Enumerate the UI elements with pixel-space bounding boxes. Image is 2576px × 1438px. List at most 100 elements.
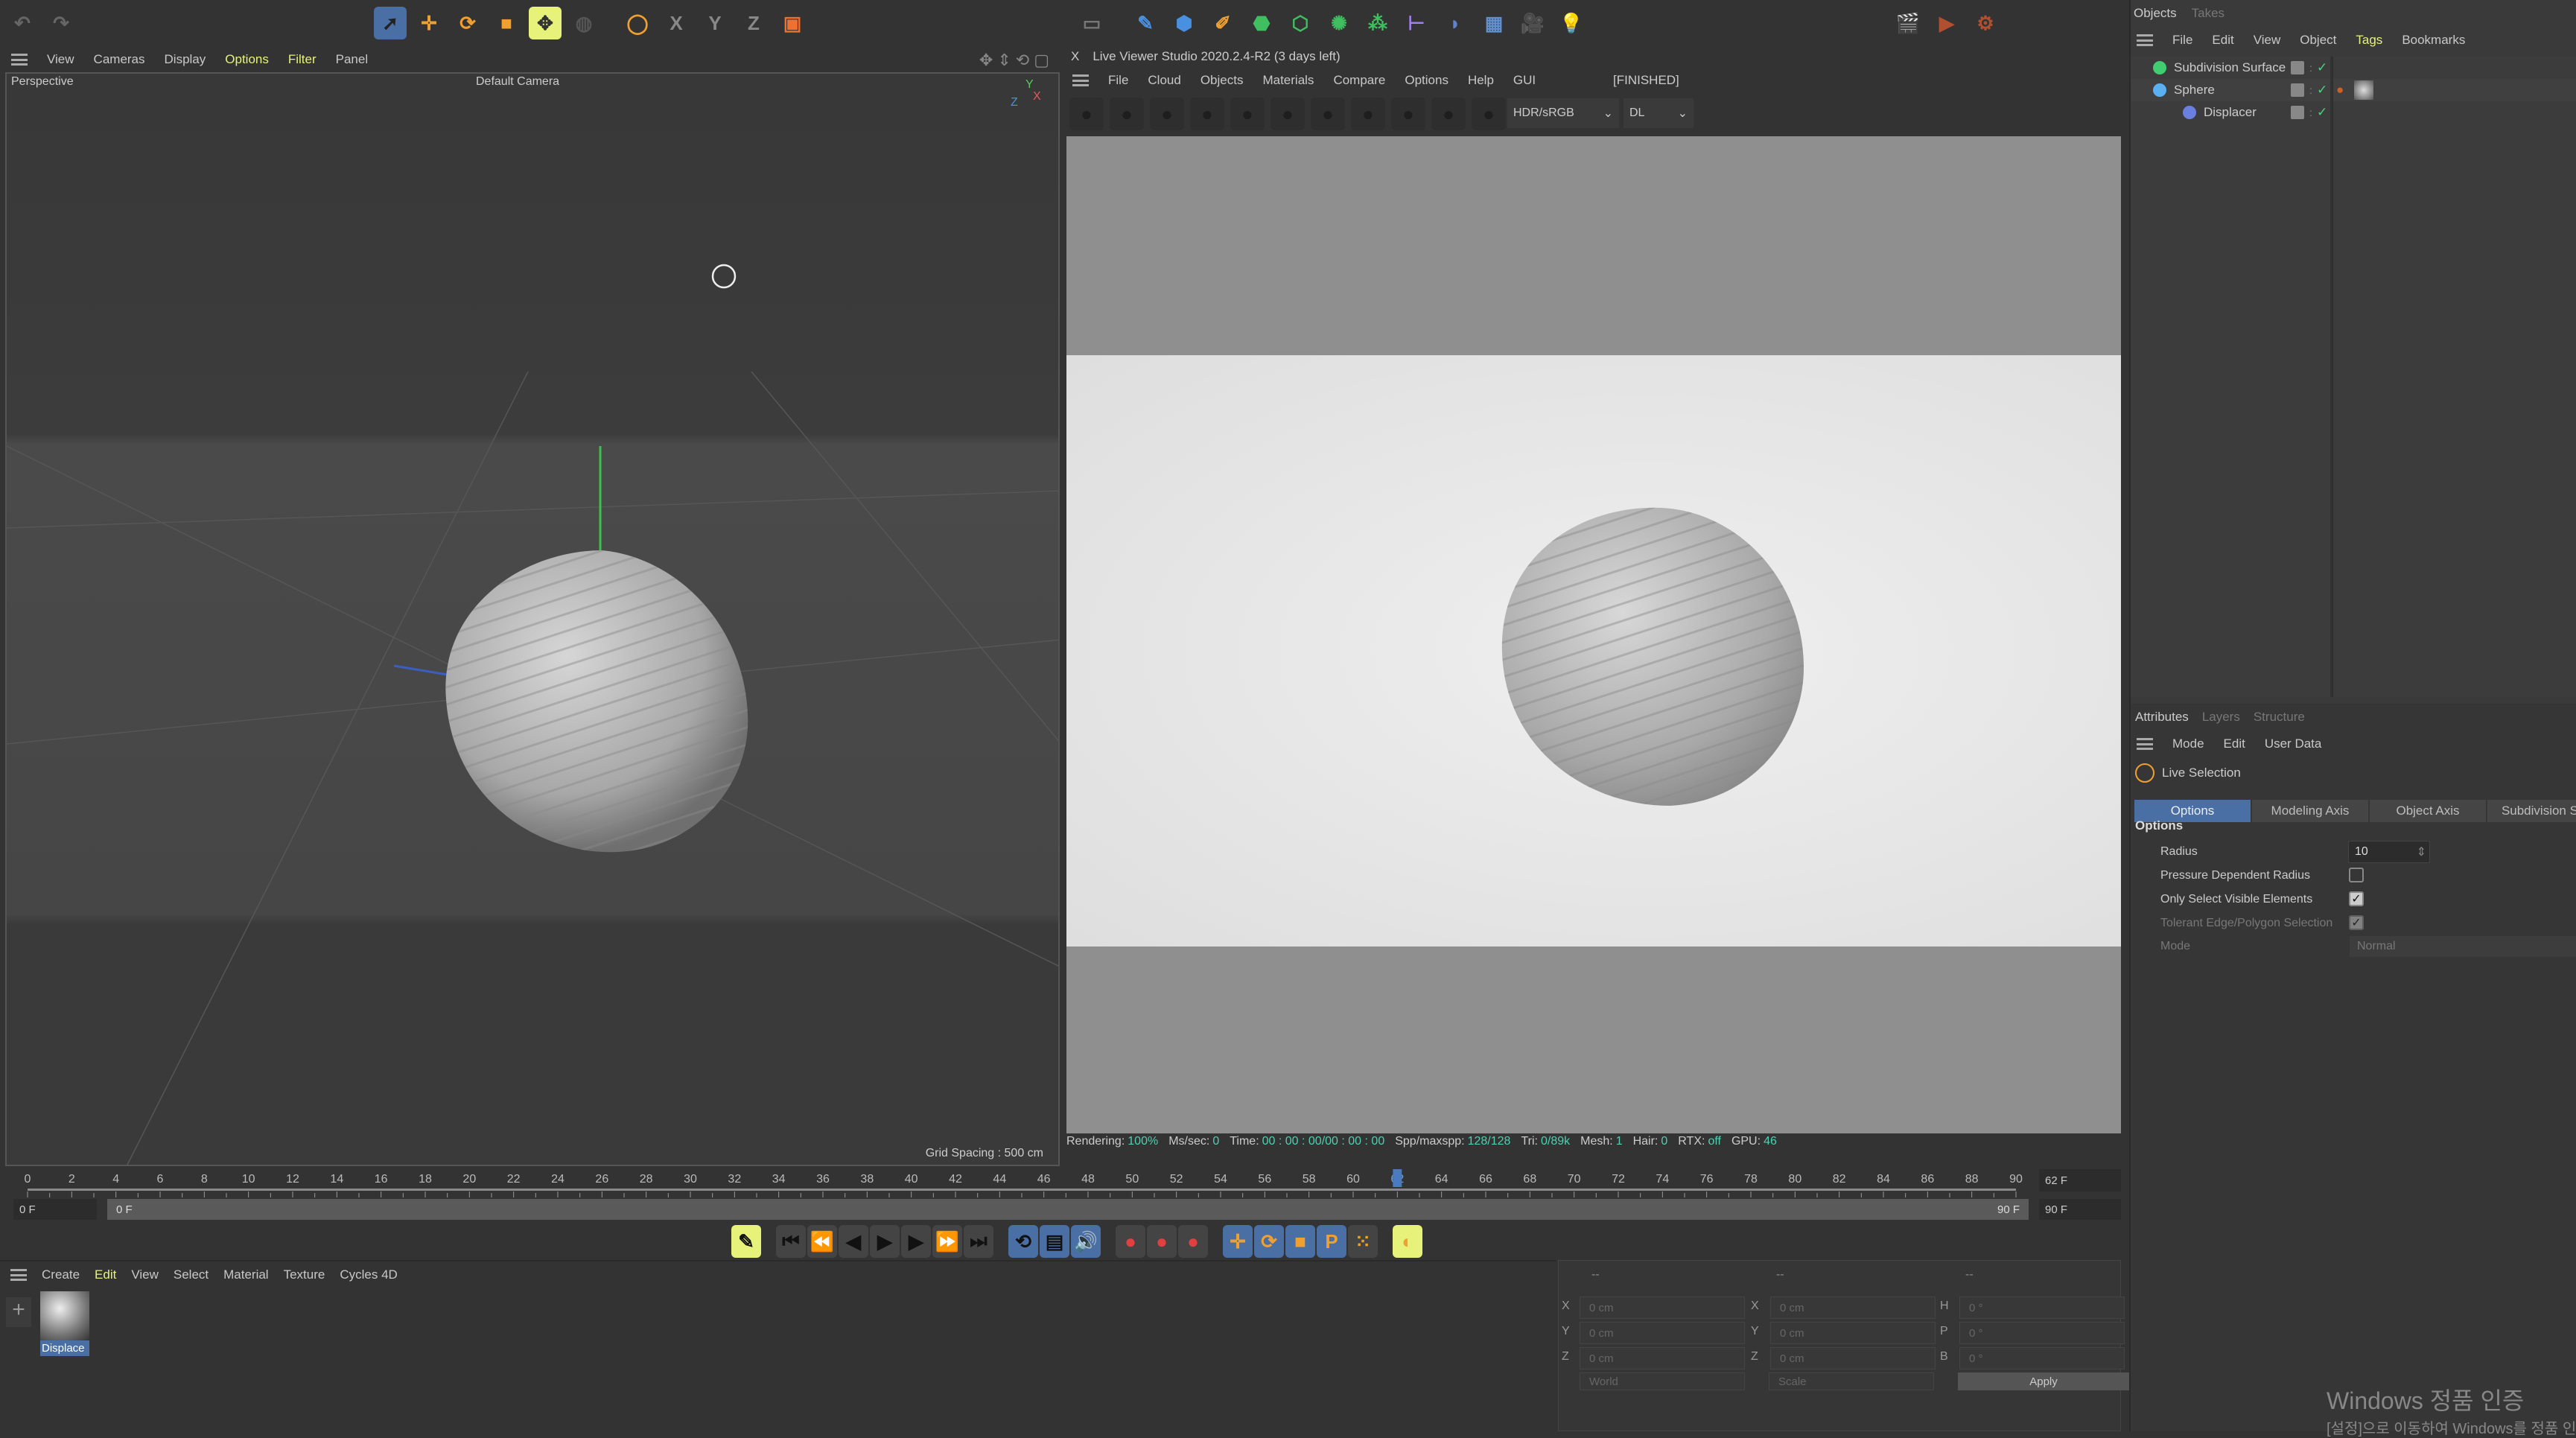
menu-icon[interactable] xyxy=(1072,74,1089,86)
play-icon[interactable]: ▶ xyxy=(870,1225,900,1258)
menu-texture[interactable]: Texture xyxy=(284,1267,325,1282)
previous-key-icon[interactable]: ⏪ xyxy=(807,1225,837,1258)
enabled-check-icon[interactable]: ✓ xyxy=(2317,83,2327,98)
close-icon[interactable]: X xyxy=(1071,49,1079,64)
autokey-icon[interactable]: ● xyxy=(1116,1225,1145,1258)
menu-object[interactable]: Object xyxy=(2300,33,2336,48)
undo-icon[interactable]: ↶ xyxy=(6,7,39,39)
menu-materials[interactable]: Materials xyxy=(1262,73,1314,88)
tab-objects[interactable]: Objects xyxy=(2134,6,2177,21)
visibility-dots-icon[interactable]: : xyxy=(2309,62,2312,74)
object-row[interactable]: Sphere: ✓ ● xyxy=(2131,79,2576,101)
menu-compare[interactable]: Compare xyxy=(1333,73,1385,88)
key-position-icon[interactable]: ✛ xyxy=(1223,1225,1253,1258)
world-coord-icon[interactable]: ◯ xyxy=(621,7,654,39)
render-settings-icon[interactable]: 🎬 xyxy=(1892,7,1924,39)
color-space-select[interactable]: HDR/sRGB ⌄ xyxy=(1507,98,1619,128)
menu-user-data[interactable]: User Data xyxy=(2265,737,2322,751)
add-icon[interactable]: ● xyxy=(1351,98,1385,130)
x-axis-lock-icon[interactable]: X xyxy=(660,7,693,39)
orbit-icon[interactable]: ⟲ xyxy=(1016,51,1034,69)
tab-layers[interactable]: Layers xyxy=(2202,710,2240,725)
refresh-icon[interactable]: ● xyxy=(1110,98,1144,130)
menu-icon[interactable] xyxy=(10,1269,27,1281)
layer-toggle-icon[interactable] xyxy=(2291,61,2304,74)
cloner-icon[interactable]: ✺ xyxy=(1323,7,1355,39)
menu-filter[interactable]: Filter xyxy=(288,52,317,67)
layer-toggle-icon[interactable] xyxy=(2291,83,2304,97)
subtab-modeling-axis[interactable]: Modeling Axis xyxy=(2252,800,2368,822)
move-icon[interactable]: ✛ xyxy=(413,7,445,39)
coord-input[interactable]: 0 cm xyxy=(1580,1322,1745,1344)
visibility-dots-icon[interactable]: : xyxy=(2309,106,2312,118)
phong-tag-icon[interactable]: ● xyxy=(2336,83,2344,98)
z-axis-lock-icon[interactable]: Z xyxy=(737,7,770,39)
menu-file[interactable]: File xyxy=(2172,33,2192,48)
menu-icon[interactable] xyxy=(2137,738,2153,750)
coord-input[interactable]: 0 cm xyxy=(1770,1322,1936,1344)
menu-display[interactable]: Display xyxy=(165,52,206,67)
menu-icon[interactable] xyxy=(2137,34,2153,46)
subtab-subdivision-sur[interactable]: Subdivision Sur xyxy=(2487,800,2576,822)
zoom-icon[interactable]: ⇕ xyxy=(997,51,1015,69)
live-selection-icon[interactable]: ➚ xyxy=(374,7,407,39)
extrude-icon[interactable]: ⬡ xyxy=(1284,7,1317,39)
coord-input[interactable]: 0 ° xyxy=(1959,1297,2125,1319)
scheme-icon[interactable]: ◐ xyxy=(1393,1225,1422,1258)
pause-icon[interactable]: ● xyxy=(1150,98,1184,130)
coordinate-system-icon[interactable]: ▣ xyxy=(776,7,809,39)
pen-icon[interactable]: ✐ xyxy=(1206,7,1239,39)
cube-icon[interactable]: ⬢ xyxy=(1168,7,1200,39)
menu-help[interactable]: Help xyxy=(1468,73,1494,88)
layer-toggle-icon[interactable] xyxy=(2291,106,2304,119)
menu-view[interactable]: View xyxy=(131,1267,159,1282)
camera-label[interactable]: Default Camera xyxy=(476,75,559,89)
rotate-icon[interactable]: ⟳ xyxy=(451,7,484,39)
key-scale-icon[interactable]: ■ xyxy=(1285,1225,1315,1258)
spline-pen-icon[interactable]: ✎ xyxy=(1129,7,1162,39)
pan-icon[interactable]: ✥ xyxy=(979,51,997,69)
render-mode-select[interactable]: DL ⌄ xyxy=(1623,98,1694,128)
region-render-icon[interactable]: ● xyxy=(1190,98,1224,130)
coord-input[interactable]: 0 cm xyxy=(1580,1347,1745,1369)
menu-options[interactable]: Options xyxy=(225,52,269,67)
material-override-icon[interactable]: ● xyxy=(1472,98,1506,130)
menu-edit[interactable]: Edit xyxy=(2212,33,2233,48)
menu-cameras[interactable]: Cameras xyxy=(94,52,145,67)
y-axis-lock-icon[interactable]: Y xyxy=(699,7,731,39)
menu-gui[interactable]: GUI xyxy=(1513,73,1536,88)
menu-file[interactable]: File xyxy=(1108,73,1128,88)
keyframe-record-icon[interactable]: ✎ xyxy=(731,1225,761,1258)
current-frame-field[interactable]: 62 F xyxy=(2039,1169,2121,1192)
camera-icon[interactable]: 🎥 xyxy=(1516,7,1549,39)
menu-objects[interactable]: Objects xyxy=(1200,73,1244,88)
mograph-icon[interactable]: ⁂ xyxy=(1361,7,1394,39)
coord-input[interactable]: 0 ° xyxy=(1959,1347,2125,1369)
tolerant-selection-checkbox[interactable]: ✓ xyxy=(2349,915,2364,930)
sound-icon[interactable]: 🔊 xyxy=(1071,1225,1101,1258)
recent-tool-icon[interactable]: ◍ xyxy=(567,7,600,39)
timeline-icon[interactable]: ▤ xyxy=(1040,1225,1069,1258)
deformer-icon[interactable]: ⊢ xyxy=(1400,7,1433,39)
coord-input[interactable]: 0 cm xyxy=(1770,1297,1936,1319)
mode-select[interactable]: Normal xyxy=(2350,936,2576,957)
add-material-button[interactable]: + xyxy=(6,1297,31,1327)
loop-icon[interactable]: ⟲ xyxy=(1008,1225,1038,1258)
menu-edit[interactable]: Edit xyxy=(95,1267,116,1282)
size-mode-select[interactable]: Scale xyxy=(1769,1372,1934,1390)
menu-panel[interactable]: Panel xyxy=(336,52,368,67)
focus-icon[interactable]: ● xyxy=(1431,98,1466,130)
enabled-check-icon[interactable]: ✓ xyxy=(2317,60,2327,75)
key-pla-icon[interactable]: ⁙ xyxy=(1348,1225,1378,1258)
material-item[interactable]: Displace xyxy=(40,1291,89,1366)
go-to-end-icon[interactable]: ⏭ xyxy=(964,1225,993,1258)
render-view-icon[interactable]: ▭ xyxy=(1075,7,1108,39)
menu-cycles-4d[interactable]: Cycles 4D xyxy=(340,1267,397,1282)
render-canvas[interactable] xyxy=(1066,136,2121,1133)
max-frame-field[interactable]: 90 F xyxy=(2039,1199,2121,1220)
coord-input[interactable]: 0 cm xyxy=(1580,1297,1745,1319)
key-param-icon[interactable]: P xyxy=(1317,1225,1346,1258)
floor-icon[interactable]: ▦ xyxy=(1478,7,1510,39)
next-frame-icon[interactable]: ▶ xyxy=(901,1225,931,1258)
enabled-check-icon[interactable]: ✓ xyxy=(2317,105,2327,120)
